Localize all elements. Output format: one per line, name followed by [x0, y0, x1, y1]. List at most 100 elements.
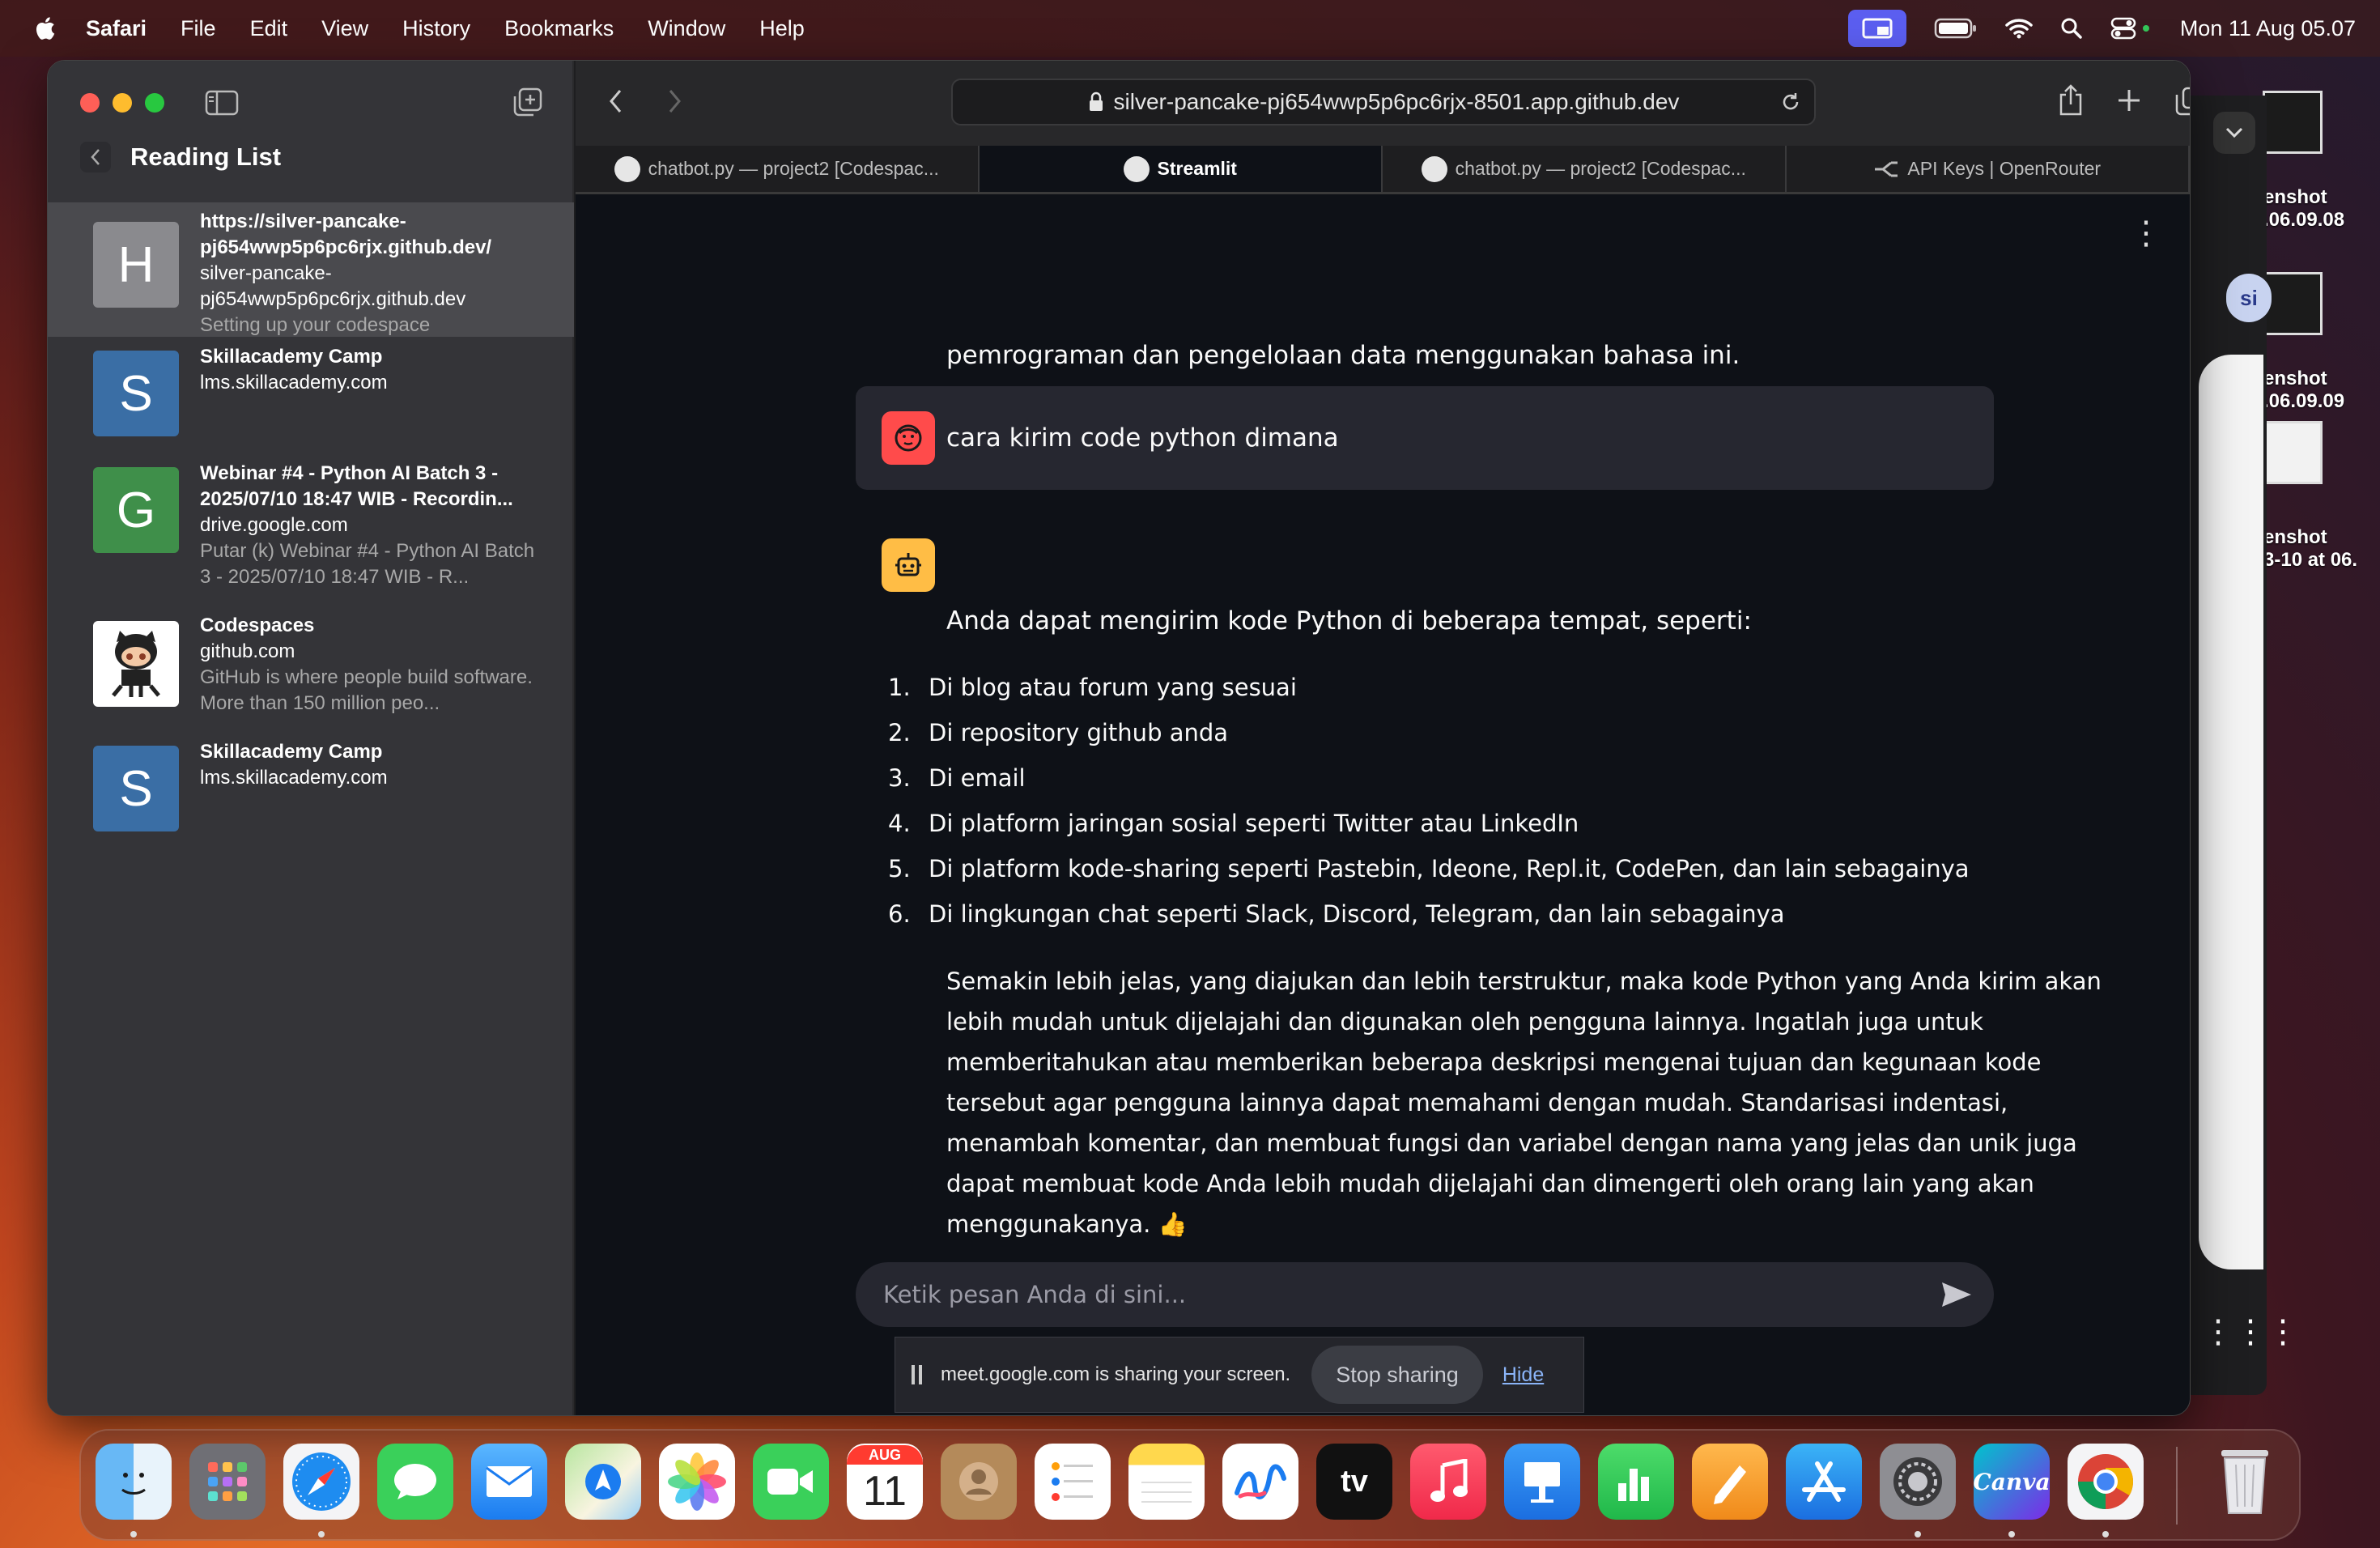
menu-bookmarks[interactable]: Bookmarks [504, 16, 614, 41]
share-icon[interactable] [2057, 83, 2085, 117]
item-thumbnail: S [93, 746, 179, 831]
desktop-screenshot-label[interactable]: enshot .06.09.09 [2263, 368, 2344, 413]
item-url: github.com [200, 640, 295, 662]
desktop-screenshot-label[interactable]: enshot .06.09.08 [2263, 186, 2344, 232]
app-grid-icon[interactable]: ⋮⋮⋮ [2202, 1313, 2299, 1350]
hide-link[interactable]: Hide [1502, 1363, 1544, 1387]
list-item: 5. Di platform kode-sharing seperti Paste… [888, 855, 1970, 882]
wifi-icon[interactable] [2005, 18, 2033, 39]
tab-chatbot-codespace-1[interactable]: chatbot.py — project2 [Codespac... [576, 146, 980, 192]
pages-icon[interactable] [1692, 1444, 1768, 1520]
stop-sharing-button[interactable]: Stop sharing [1311, 1346, 1483, 1404]
tab-label: chatbot.py — project2 [Codespac... [1455, 158, 1746, 179]
numbers-icon[interactable] [1598, 1444, 1674, 1520]
messages-icon[interactable] [377, 1444, 453, 1520]
freeform-icon[interactable] [1222, 1444, 1298, 1520]
screen-sharing-indicator-icon[interactable] [1847, 10, 1906, 47]
tab-bar: chatbot.py — project2 [Codespac... Strea… [576, 146, 2190, 194]
menu-history[interactable]: History [402, 16, 470, 41]
tab-overview-icon[interactable] [2175, 87, 2191, 116]
streamlit-main-menu-icon[interactable]: ⋮ [2130, 217, 2162, 249]
keynote-icon[interactable] [1504, 1444, 1580, 1520]
tab-streamlit[interactable]: Streamlit [979, 146, 1383, 192]
list-item: 2. Di repository github anda [888, 719, 1229, 746]
contacts-icon[interactable] [941, 1444, 1017, 1520]
canva-icon[interactable]: Canva [1973, 1444, 2051, 1520]
chat-input-placeholder: Ketik pesan Anda di sini... [883, 1281, 1187, 1308]
menu-clock[interactable]: Mon 11 Aug 05.07 [2180, 16, 2356, 41]
item-description: Putar (k) Webinar #4 - Python AI Batch 3… [200, 540, 535, 588]
reading-list-item[interactable]: Codespaces github.com GitHub is where pe… [48, 611, 574, 733]
apple-menu-icon[interactable] [32, 15, 57, 41]
app-store-icon[interactable] [1786, 1444, 1862, 1520]
desktop-screenshot-label[interactable]: enshot 3-10 at 06. [2263, 526, 2357, 572]
background-chip: si [2226, 274, 2272, 322]
background-panel [2199, 355, 2263, 1269]
minimize-window-button[interactable] [113, 93, 132, 113]
openrouter-icon [1875, 161, 1898, 176]
reminders-icon[interactable] [1035, 1444, 1111, 1520]
safari-icon[interactable] [283, 1444, 359, 1520]
assistant-intro-text: Anda dapat mengirim kode Python di beber… [946, 606, 1752, 636]
item-description: Setting up your codespace [200, 314, 431, 336]
photos-icon[interactable] [659, 1444, 735, 1520]
drag-handle-icon[interactable] [912, 1365, 924, 1384]
facetime-icon[interactable] [753, 1444, 829, 1520]
calendar-icon[interactable]: AUG 11 [847, 1444, 923, 1520]
maps-icon[interactable] [565, 1444, 641, 1520]
reading-list-item[interactable]: S Skillacademy Camp lms.skillacademy.com [48, 342, 574, 440]
chevron-down-icon[interactable] [2213, 112, 2255, 154]
item-url: drive.google.com [200, 514, 348, 536]
menu-app-name[interactable]: Safari [86, 16, 147, 41]
music-icon[interactable] [1410, 1444, 1486, 1520]
menu-file[interactable]: File [181, 16, 216, 41]
reload-icon[interactable] [1780, 91, 1801, 113]
chat-input[interactable]: Ketik pesan Anda di sini... [856, 1262, 1994, 1327]
new-tab-plus-icon[interactable] [2117, 88, 2141, 113]
reading-list-item[interactable]: H https://silver-pancake-pj654wwp5p6pc6r… [48, 202, 574, 337]
close-window-button[interactable] [80, 93, 100, 113]
launchpad-icon[interactable] [189, 1444, 266, 1520]
list-item: 4. Di platform jaringan sosial seperti Tw… [888, 810, 1579, 837]
previous-message-tail: pemrograman dan pengelolaan data menggun… [946, 341, 1740, 370]
menu-window[interactable]: Window [648, 16, 725, 41]
browser-toolbar: silver-pancake-pj654wwp5p6pc6rjx-8501.ap… [576, 61, 2190, 146]
control-center-icon[interactable] [2110, 17, 2153, 40]
screen-sharing-bar: meet.google.com is sharing your screen. … [895, 1337, 1584, 1413]
address-bar[interactable]: silver-pancake-pj654wwp5p6pc6rjx-8501.ap… [951, 79, 1816, 125]
spotlight-search-icon[interactable] [2060, 17, 2083, 40]
apple-tv-icon[interactable]: tv [1316, 1444, 1392, 1520]
notes-icon[interactable] [1128, 1444, 1205, 1520]
send-icon[interactable] [1940, 1281, 1973, 1308]
forward-arrow-icon[interactable] [666, 88, 682, 114]
trash-icon[interactable] [2207, 1444, 2283, 1520]
system-settings-icon[interactable] [1880, 1444, 1956, 1520]
chrome-icon[interactable] [2068, 1444, 2144, 1520]
assistant-paragraph: Semakin lebih jelas, yang diajukan dan l… [946, 968, 2102, 1238]
list-item: 6. Di lingkungan chat seperti Slack, Disc… [888, 900, 1785, 928]
back-chevron-icon[interactable] [80, 142, 111, 172]
desktop-screenshot-thumbnail[interactable] [2263, 272, 2323, 335]
back-arrow-icon[interactable] [608, 88, 624, 114]
streamlit-icon [1123, 155, 1150, 182]
menu-help[interactable]: Help [759, 16, 805, 41]
menu-view[interactable]: View [321, 16, 368, 41]
tab-openrouter[interactable]: API Keys | OpenRouter [1786, 146, 2190, 192]
assistant-avatar-icon [882, 538, 935, 592]
background-window[interactable]: si ⋮⋮⋮ [2186, 96, 2299, 1395]
assistant-answer-list: 1. Di blog atau forum yang sesuai 2. Di re… [888, 665, 1970, 937]
desktop-screenshot-thumbnail[interactable] [2263, 421, 2323, 484]
zoom-window-button[interactable] [145, 93, 164, 113]
new-tab-group-icon[interactable] [512, 87, 543, 117]
item-url: lms.skillacademy.com [200, 767, 388, 789]
finder-icon[interactable] [96, 1444, 172, 1520]
sidebar-toggle-icon[interactable] [205, 90, 239, 116]
reading-list-item[interactable]: G Webinar #4 - Python AI Batch 3 - 2025/… [48, 457, 574, 595]
desktop-screenshot-thumbnail[interactable] [2263, 91, 2323, 154]
github-icon [614, 155, 640, 182]
tab-chatbot-codespace-2[interactable]: chatbot.py — project2 [Codespac... [1383, 146, 1787, 192]
reading-list-item[interactable]: S Skillacademy Camp lms.skillacademy.com [48, 738, 574, 835]
mail-icon[interactable] [471, 1444, 547, 1520]
battery-icon[interactable] [1934, 18, 1978, 39]
menu-edit[interactable]: Edit [250, 16, 288, 41]
